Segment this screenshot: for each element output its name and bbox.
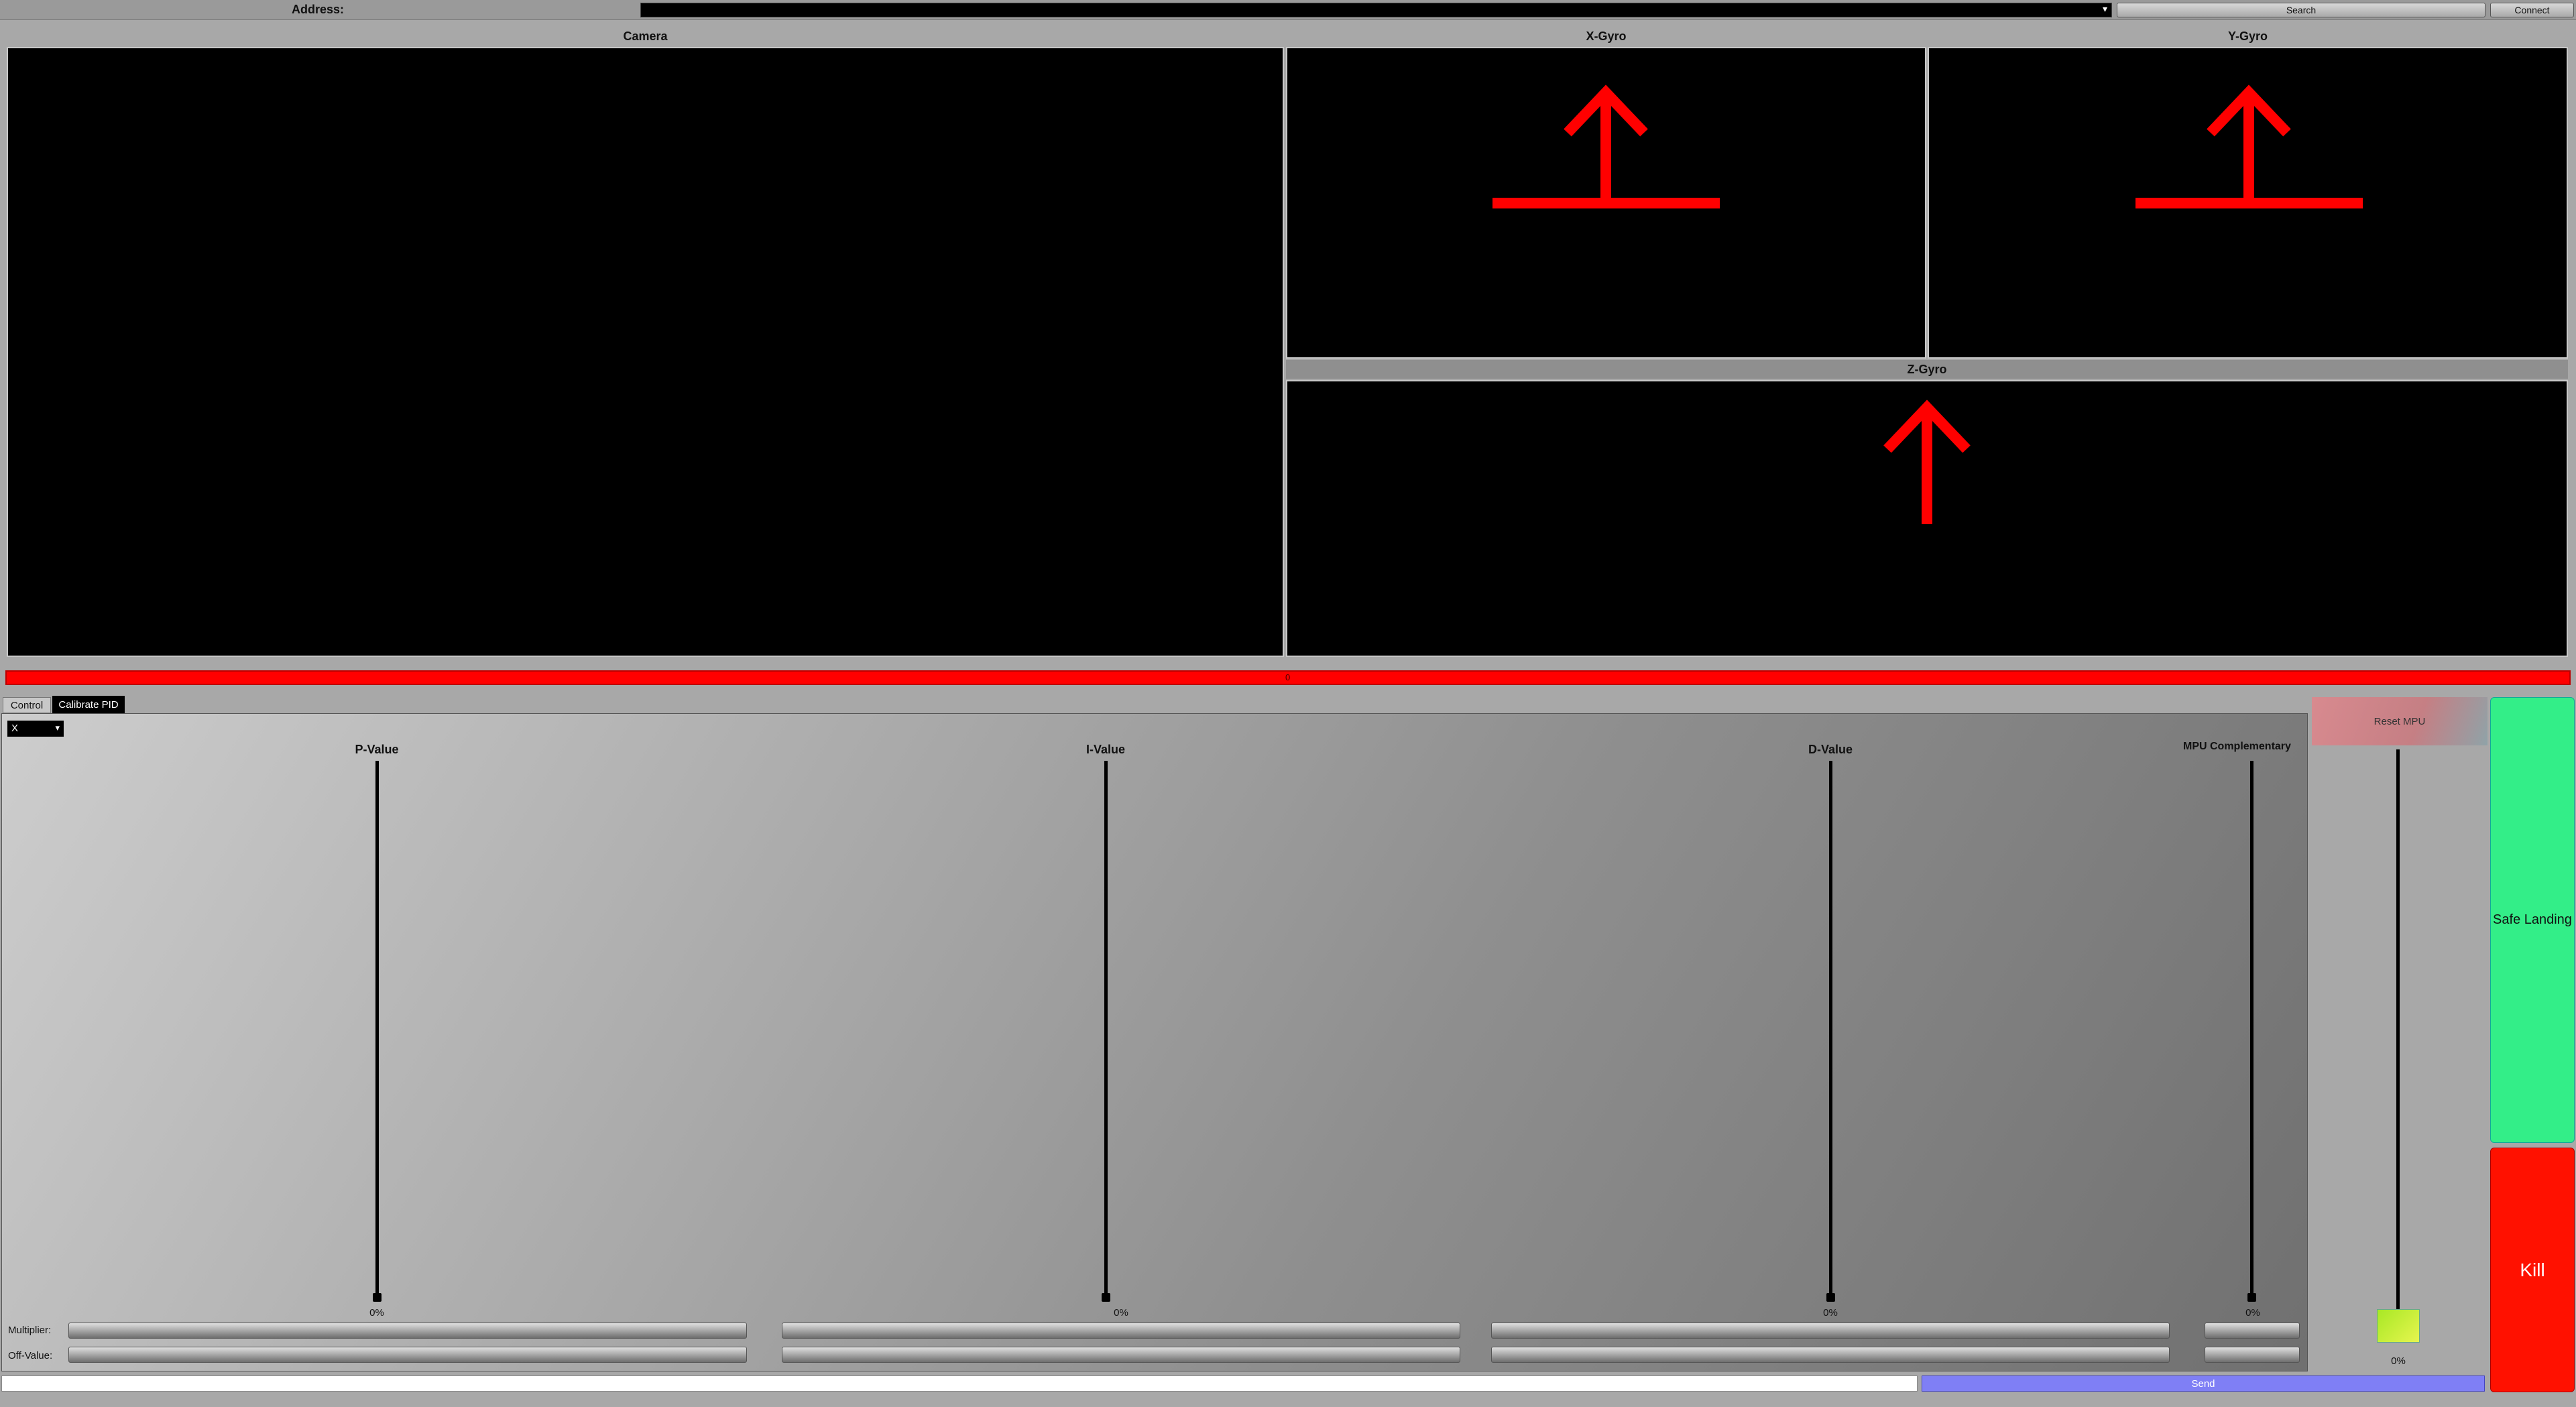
camera-title: Camera	[623, 29, 668, 43]
i-off-value-field[interactable]	[782, 1347, 1460, 1363]
p-value-slider-handle[interactable]	[373, 1293, 382, 1302]
i-value-slider-handle[interactable]	[1102, 1293, 1110, 1302]
p-off-value-field[interactable]	[68, 1347, 747, 1363]
x-gyro-title: X-Gyro	[1586, 29, 1627, 43]
mpu-multiplier-field[interactable]	[2205, 1323, 2300, 1339]
p-multiplier-field[interactable]	[68, 1323, 747, 1339]
p-value-slider-track[interactable]	[375, 761, 379, 1297]
y-gyro-view	[1928, 47, 2568, 359]
status-bar: 0	[5, 670, 2571, 685]
tab-control-label: Control	[10, 699, 44, 711]
tab-calibrate-pid[interactable]: Calibrate PID	[52, 696, 125, 713]
address-input-value	[641, 3, 645, 14]
tab-calibrate-pid-label: Calibrate PID	[58, 698, 119, 711]
mpu-complementary-title: MPU Complementary	[2183, 741, 2291, 752]
throttle-slider-track[interactable]	[2396, 749, 2400, 1312]
tab-control[interactable]: Control	[3, 697, 51, 713]
search-button-label: Search	[2286, 5, 2317, 15]
send-button-label: Send	[2191, 1378, 2215, 1390]
mpu-off-value-field[interactable]	[2205, 1347, 2300, 1363]
mpu-complementary-percent: 0%	[2245, 1307, 2260, 1319]
z-gyro-view	[1286, 380, 2568, 657]
d-value-percent: 0%	[1823, 1307, 1838, 1319]
command-input-value	[2, 1376, 6, 1387]
search-button[interactable]: Search	[2117, 3, 2485, 17]
reset-mpu-button-label: Reset MPU	[2374, 715, 2426, 727]
p-value-title: P-Value	[355, 742, 399, 756]
chevron-down-icon: ▾	[55, 723, 60, 733]
multiplier-label: Multiplier:	[8, 1325, 52, 1336]
d-value-slider-track[interactable]	[1829, 761, 1832, 1297]
mpu-complementary-slider-handle[interactable]	[2247, 1293, 2256, 1302]
d-value-slider-handle[interactable]	[1826, 1293, 1835, 1302]
address-label: Address:	[292, 3, 345, 16]
z-gyro-indicator-icon	[1883, 400, 1971, 524]
camera-view	[7, 47, 1284, 657]
safe-landing-button-label: Safe Landing	[2493, 912, 2572, 927]
x-gyro-indicator-icon	[1492, 84, 1720, 208]
kill-button[interactable]: Kill	[2490, 1148, 2575, 1392]
address-input[interactable]: ▾	[640, 3, 2112, 17]
pid-panel	[1, 713, 2308, 1371]
y-gyro-title: Y-Gyro	[2227, 29, 2268, 43]
axis-select-value: X	[11, 723, 19, 734]
chevron-down-icon[interactable]: ▾	[2103, 3, 2107, 15]
i-value-title: I-Value	[1086, 742, 1126, 756]
throttle-percent: 0%	[2391, 1355, 2406, 1367]
throttle-slider-handle[interactable]	[2377, 1309, 2420, 1343]
mpu-complementary-slider-track[interactable]	[2250, 761, 2253, 1297]
send-button[interactable]: Send	[1922, 1375, 2485, 1392]
connect-button[interactable]: Connect	[2490, 3, 2574, 17]
reset-mpu-button[interactable]: Reset MPU	[2312, 697, 2487, 745]
command-input[interactable]	[1, 1375, 1918, 1392]
kill-button-label: Kill	[2520, 1259, 2545, 1280]
status-bar-marker: 0	[1285, 672, 1291, 682]
d-off-value-field[interactable]	[1491, 1347, 2170, 1363]
i-value-slider-track[interactable]	[1104, 761, 1108, 1297]
x-gyro-view	[1286, 47, 1926, 359]
d-value-title: D-Value	[1808, 742, 1853, 756]
safe-landing-button[interactable]: Safe Landing	[2490, 697, 2575, 1143]
connect-button-label: Connect	[2514, 5, 2550, 15]
p-value-percent: 0%	[369, 1307, 384, 1319]
z-gyro-title: Z-Gyro	[1286, 360, 2568, 379]
i-multiplier-field[interactable]	[782, 1323, 1460, 1339]
d-multiplier-field[interactable]	[1491, 1323, 2170, 1339]
axis-select[interactable]: X ▾	[7, 720, 64, 737]
off-value-label: Off-Value:	[8, 1350, 53, 1361]
i-value-percent: 0%	[1114, 1307, 1128, 1319]
y-gyro-indicator-icon	[2135, 84, 2363, 208]
